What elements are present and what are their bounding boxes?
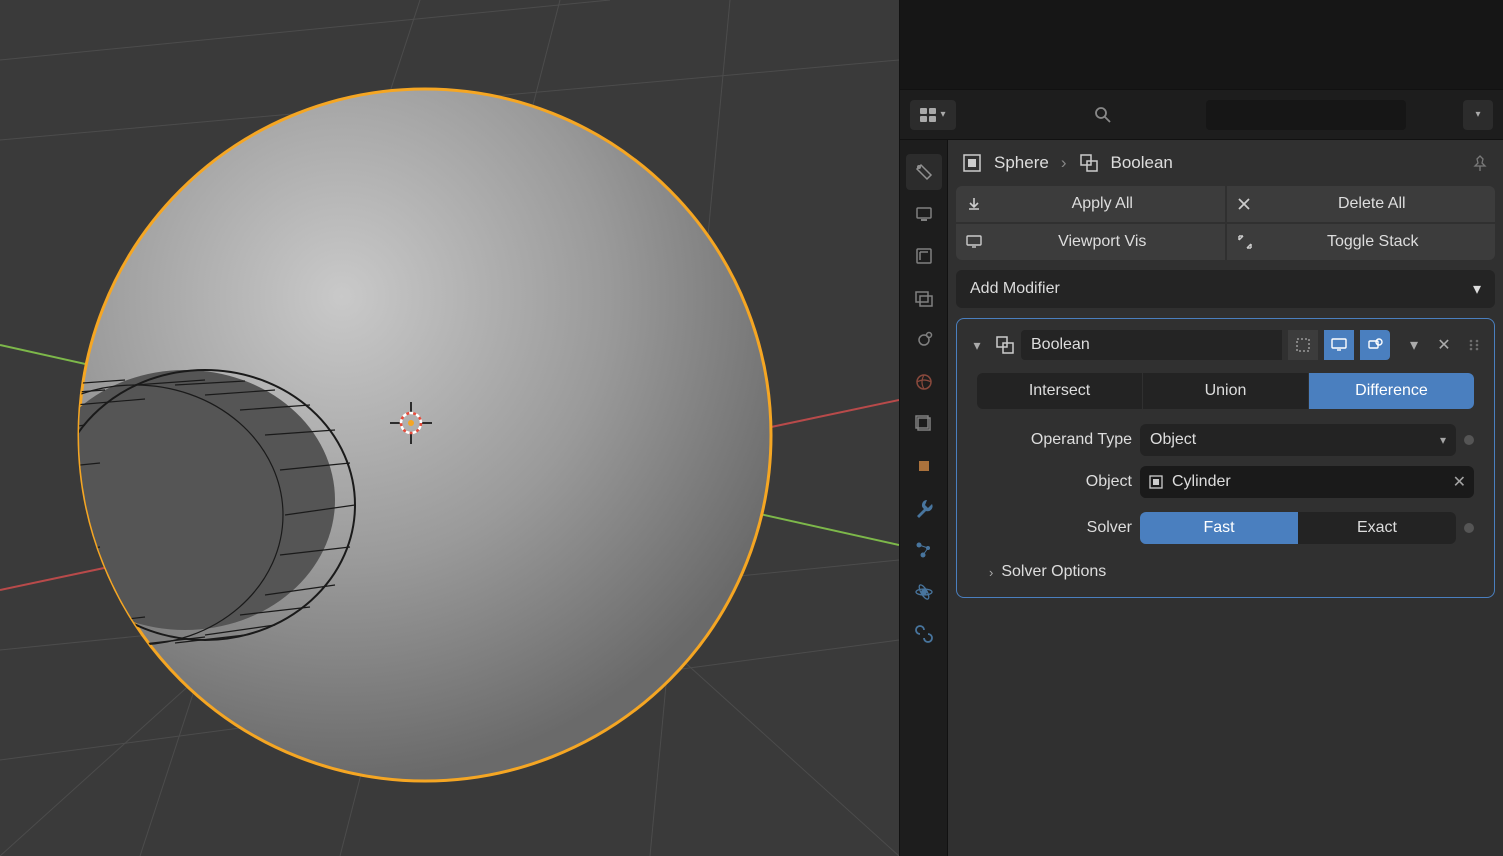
tab-tool[interactable] [906,154,942,190]
tab-constraints[interactable] [906,616,942,652]
modifier-extras-dropdown[interactable]: ▾ [1402,330,1426,360]
apply-all-button[interactable]: Apply All [956,186,1225,222]
object-label: Object [977,473,1132,491]
modifier-icon [1079,153,1099,173]
tab-collection[interactable] [906,406,942,442]
apply-icon [966,196,982,212]
properties-header: ▾ ▾ [900,90,1503,140]
animate-operand-type[interactable] [1464,435,1474,445]
operation-union[interactable]: Union [1143,373,1309,409]
show-viewport-toggle[interactable] [1324,330,1354,360]
modifier-batch-buttons: Apply All Delete All Viewport Vis Toggle… [948,186,1503,270]
properties-tabs [900,140,948,856]
tab-output[interactable] [906,238,942,274]
breadcrumb: Sphere › Boolean [948,140,1503,186]
modifier-disclose[interactable]: ▾ [965,337,989,354]
solver-exact[interactable]: Exact [1298,512,1456,544]
delete-icon [1237,197,1251,211]
expand-icon [1237,234,1253,250]
editor-type-dropdown[interactable]: ▾ [910,100,956,130]
operand-type-dropdown[interactable]: Object ▾ [1140,424,1456,456]
modifier-name-input[interactable] [1021,330,1282,360]
chevron-down-icon: ▾ [1440,433,1446,447]
properties-region: ▾ ▾ Sphere › [899,0,1503,856]
boolean-modifier-icon [995,335,1015,355]
operand-type-label: Operand Type [977,431,1132,449]
mesh-icon [1148,474,1164,490]
tab-particles[interactable] [906,532,942,568]
cursor-3d [390,402,432,444]
tab-world[interactable] [906,364,942,400]
header-empty-area [900,0,1503,90]
modifier-remove[interactable]: ✕ [1432,330,1456,360]
solver-selector: Fast Exact [1140,512,1456,544]
operation-selector: Intersect Union Difference [977,373,1474,409]
tab-render[interactable] [906,196,942,232]
search-icon [1094,106,1112,124]
delete-all-button[interactable]: Delete All [1227,186,1496,222]
solver-fast[interactable]: Fast [1140,512,1298,544]
viewport-3d[interactable] [0,0,899,856]
show-editmode-toggle[interactable] [1288,330,1318,360]
breadcrumb-modifier: Boolean [1111,153,1173,173]
modifier-boolean: ▾ ▾ ✕ Intersect Union Difference [956,318,1495,598]
display-icon [966,235,982,249]
tab-physics[interactable] [906,574,942,610]
pin-icon[interactable] [1471,154,1489,172]
tab-viewlayer[interactable] [906,280,942,316]
properties-search-input[interactable] [1206,100,1406,130]
show-render-toggle[interactable] [1360,330,1390,360]
modifier-drag-handle[interactable] [1462,330,1486,360]
solver-options-disclosure[interactable]: › Solver Options [965,551,1486,589]
operation-difference[interactable]: Difference [1309,373,1474,409]
operation-intersect[interactable]: Intersect [977,373,1143,409]
tab-object[interactable] [906,448,942,484]
clear-object[interactable]: ✕ [1453,472,1466,492]
viewport-vis-button[interactable]: Viewport Vis [956,224,1225,260]
tab-modifiers[interactable] [906,490,942,526]
chevron-down-icon: ▾ [1473,279,1481,299]
toggle-stack-button[interactable]: Toggle Stack [1227,224,1496,260]
object-icon [962,153,982,173]
add-modifier-dropdown[interactable]: Add Modifier ▾ [956,270,1495,308]
object-picker[interactable]: Cylinder ✕ [1140,466,1474,498]
animate-solver[interactable] [1464,523,1474,533]
options-dropdown[interactable]: ▾ [1463,100,1493,130]
solver-label: Solver [977,519,1132,537]
breadcrumb-object: Sphere [994,153,1049,173]
modifier-panel: Sphere › Boolean Apply All Delete All Vi… [948,140,1503,856]
tab-scene[interactable] [906,322,942,358]
